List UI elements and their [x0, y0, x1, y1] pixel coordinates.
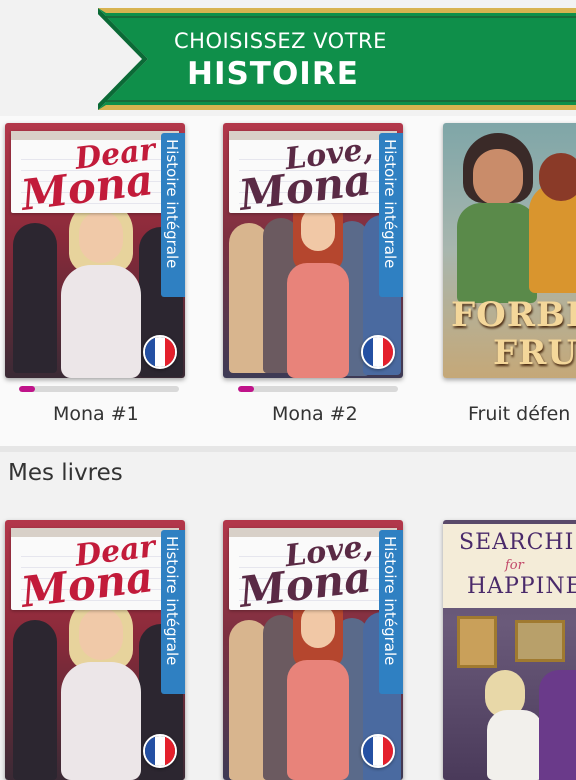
- character-body: [61, 265, 141, 378]
- header-banner: CHOISISSEZ VOTRE HISTOIRE: [98, 4, 576, 116]
- character-dress: [287, 660, 349, 780]
- character-face: [79, 211, 123, 263]
- france-flag-icon: [143, 335, 177, 369]
- progress-bar: [19, 386, 179, 392]
- character-dress: [287, 263, 349, 378]
- banner-title: HISTOIRE: [187, 56, 359, 92]
- france-flag-icon: [143, 734, 177, 768]
- full-story-tab: Histoire intégrale: [161, 133, 185, 297]
- silhouette-figure: [13, 223, 57, 373]
- progress-bar: [238, 386, 398, 392]
- book-title: Mona #2: [272, 403, 358, 425]
- full-story-label: Histoire intégrale: [381, 139, 399, 269]
- armchair: [539, 670, 576, 780]
- silhouette-figure: [13, 620, 57, 780]
- portrait-frame: [457, 616, 497, 668]
- full-story-tab: Histoire intégrale: [161, 530, 185, 694]
- book-logo-line1: FORBIDD: [451, 295, 576, 335]
- my-book-card-mona-2[interactable]: Love, Mona Histoire intégrale: [223, 520, 403, 780]
- book-card-mona-2[interactable]: Love, Mona Histoire intégrale: [223, 123, 403, 378]
- book-logo-line2: for: [505, 558, 524, 573]
- full-story-label: Histoire intégrale: [381, 536, 399, 666]
- character-face: [473, 149, 523, 205]
- character-face: [301, 604, 335, 648]
- book-logo-line2: FRUI: [493, 333, 576, 373]
- book-logo-line1: SEARCHI: [459, 530, 575, 555]
- my-book-card-searching-happiness[interactable]: SEARCHI for HAPPINE: [443, 520, 576, 780]
- character-hair: [539, 153, 576, 201]
- book-title: Fruit défen: [468, 403, 571, 425]
- book-card-forbidden-fruit[interactable]: FORBIDD FRUI: [443, 123, 576, 378]
- france-flag-icon: [361, 734, 395, 768]
- my-books-heading: Mes livres: [8, 460, 123, 486]
- book-logo-line3: HAPPINE: [467, 574, 576, 599]
- my-book-card-mona-1[interactable]: Dear Mona Histoire intégrale: [5, 520, 185, 780]
- banner-subtitle: CHOISISSEZ VOTRE: [174, 29, 387, 53]
- book-card-mona-1[interactable]: Dear Mona Histoire intégrale: [5, 123, 185, 378]
- france-flag-icon: [361, 335, 395, 369]
- full-story-label: Histoire intégrale: [163, 139, 181, 269]
- book-title: Mona #1: [53, 403, 139, 425]
- character-face: [79, 608, 123, 660]
- character-body: [457, 203, 537, 303]
- full-story-tab: Histoire intégrale: [379, 133, 403, 297]
- character-face: [301, 207, 335, 251]
- character-dress: [487, 710, 543, 780]
- full-story-label: Histoire intégrale: [163, 536, 181, 666]
- picture-frame: [515, 620, 565, 662]
- character-body: [61, 662, 141, 780]
- full-story-tab: Histoire intégrale: [379, 530, 403, 694]
